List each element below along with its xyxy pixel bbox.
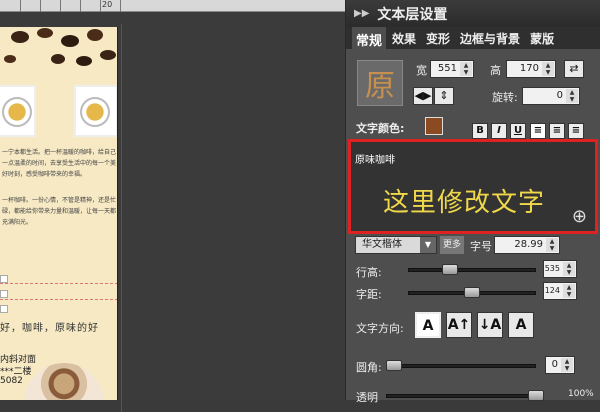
text-edit-caption: 原味咖啡 — [355, 155, 395, 166]
coffee-beans-image — [4, 28, 116, 66]
text-color-swatch[interactable] — [425, 117, 443, 135]
font-family-select[interactable]: 华文楷体 ▼ — [355, 236, 437, 254]
height-label: 高 — [490, 64, 501, 77]
text-direction-reverse-icon[interactable]: A — [508, 312, 534, 338]
align-center-icon[interactable]: ≡ — [549, 123, 565, 139]
tab-mask[interactable]: 蒙版 — [526, 27, 558, 49]
swap-dimensions-button[interactable]: ⇄ — [564, 60, 584, 78]
underline-button[interactable]: U — [510, 123, 526, 139]
opacity-slider-track[interactable] — [386, 394, 536, 398]
line-height-slider-track[interactable] — [408, 268, 536, 272]
width-input[interactable]: 551 ▲ ▼ — [430, 60, 474, 78]
text-color-label: 文字颜色: — [356, 122, 405, 135]
opacity-label: 透明 — [356, 391, 378, 404]
width-label: 宽 — [416, 64, 427, 77]
text-direction-vertical-right-icon[interactable]: A↑ — [446, 312, 472, 338]
letter-spacing-slider-thumb[interactable] — [464, 287, 480, 298]
corner-radius-label: 圆角: — [356, 361, 382, 374]
canvas-area[interactable]: 一宁本都生活。把一杯温暖的咖啡，给自己一点温柔的时间，去享受生活中的每一个美好时… — [0, 12, 345, 412]
flip-vertical-button[interactable]: ⇕ — [434, 87, 454, 105]
opacity-value: 100% — [568, 389, 594, 399]
vertical-guide[interactable] — [121, 24, 122, 412]
text-direction-horizontal-icon[interactable]: A — [415, 312, 441, 338]
text-preview-thumbnail: 原 — [357, 60, 403, 106]
font-size-label: 字号 — [470, 240, 492, 253]
text-direction-vertical-down-icon[interactable]: ↓A — [477, 312, 503, 338]
corner-radius-input[interactable]: 0 ▲ ▼ — [545, 356, 575, 374]
text-edit-content[interactable]: 这里修改文字 — [383, 182, 545, 219]
tab-border-background[interactable]: 边框与背景 — [456, 27, 524, 49]
align-left-icon[interactable]: ≡ — [530, 123, 546, 139]
collapse-arrows-icon[interactable]: ▶▶ — [354, 8, 369, 19]
guide-line — [0, 283, 117, 284]
corner-radius-slider-track[interactable] — [386, 364, 536, 368]
panel-title: 文本层设置 — [377, 6, 448, 23]
checkbox[interactable] — [0, 305, 8, 313]
italic-button[interactable]: I — [491, 123, 507, 139]
opacity-slider-thumb[interactable] — [528, 390, 544, 401]
align-right-icon[interactable]: ≡ — [568, 123, 584, 139]
rotate-input[interactable]: 0 ▲ ▼ — [522, 87, 580, 105]
more-fonts-button[interactable]: 更多 — [440, 236, 464, 254]
zoom-in-icon[interactable]: ⊕ — [572, 206, 587, 227]
text-direction-label: 文字方向: — [356, 322, 404, 335]
height-input[interactable]: 170 ▲ ▼ — [506, 60, 556, 78]
font-size-input[interactable]: 28.99 ▲ ▼ — [494, 236, 560, 254]
tagline-text: 好，咖啡，原味的好 — [0, 323, 99, 334]
checkbox[interactable] — [0, 275, 8, 283]
letter-spacing-input[interactable]: 124 ▲ ▼ — [543, 282, 577, 300]
line-height-slider-thumb[interactable] — [442, 264, 458, 275]
line-height-label: 行高: — [356, 266, 382, 279]
tab-bar: 常规 效果 变形 边框与背景 蒙版 — [346, 27, 600, 49]
tab-transform[interactable]: 变形 — [422, 27, 454, 49]
guide-line — [0, 299, 117, 300]
letter-spacing-label: 字距: — [356, 288, 382, 301]
tea-photo — [0, 85, 36, 137]
ruler-label: 20 — [102, 0, 113, 9]
checkbox[interactable] — [0, 290, 8, 298]
chevron-down-icon[interactable]: ▼ — [420, 237, 436, 253]
phone-text: 5082 — [0, 376, 23, 386]
rotate-label: 旋转: — [492, 91, 518, 104]
panel-header: ▶▶ 文本层设置 — [346, 0, 600, 27]
text-edit-area[interactable]: 原味咖啡 这里修改文字 ⊕ — [348, 139, 598, 234]
doc-paragraph: 一杯咖啡。一份心情，不管是精神，还是忙碌，都能给你带来力量和温暖，让每一天都充满… — [2, 197, 116, 226]
tab-general[interactable]: 常规 — [352, 27, 387, 49]
line-height-input[interactable]: 535 ▲ ▼ — [543, 260, 577, 278]
corner-radius-slider-thumb[interactable] — [386, 360, 402, 371]
document-page[interactable]: 一宁本都生活。把一杯温暖的咖啡，给自己一点温柔的时间，去享受生活中的每一个美好时… — [0, 27, 118, 400]
bold-button[interactable]: B — [472, 123, 488, 139]
flip-horizontal-button[interactable]: ◀▶ — [413, 87, 433, 105]
top-ruler: 20 — [0, 0, 345, 12]
tab-effects[interactable]: 效果 — [388, 27, 420, 49]
coffee-photo — [74, 85, 117, 137]
coffee-cup-image — [24, 363, 104, 400]
